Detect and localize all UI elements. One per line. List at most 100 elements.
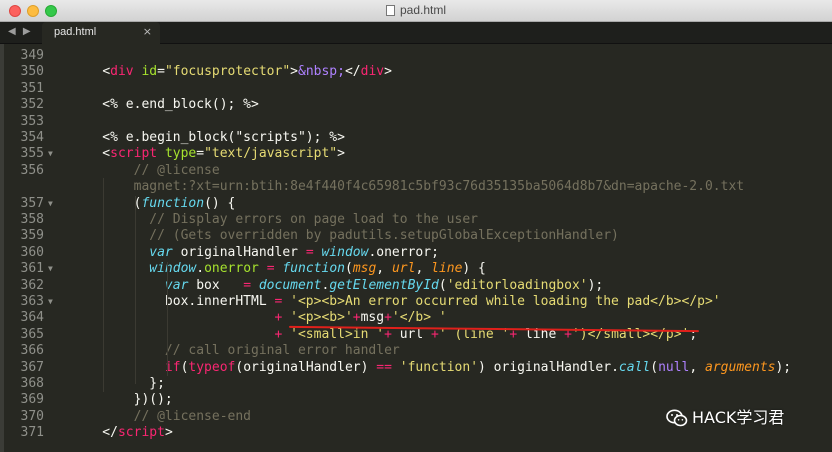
code-token: null [658,359,690,375]
line-number: 359 [20,228,44,244]
line-number: 363 [20,294,44,309]
code-token: // Display errors on page load to the us… [71,212,478,227]
tab-pad-html[interactable]: pad.html × [42,22,160,44]
code-editor[interactable]: 348349350351352353354355▼356357▼35835936… [4,44,832,452]
line-number: 365 [20,326,44,342]
line-number: 355 [20,146,44,162]
code-line[interactable]: <script type="text/javascript"> [71,146,345,162]
wechat-icon [666,409,688,427]
code-line[interactable]: </script> [71,425,172,441]
fold-arrow-icon[interactable]: ▼ [48,196,53,212]
window-titlebar: pad.html [0,0,832,22]
fold-arrow-icon[interactable]: ▼ [48,294,53,310]
code-token: }; [71,376,165,391]
code-token: box.innerHTML [71,294,275,309]
code-line[interactable]: // @license [71,163,220,179]
code-token: // @license [71,162,220,178]
code-token: arguments [705,359,776,375]
code-token: , [376,261,392,277]
code-line[interactable]: })(); [71,392,173,408]
code-token: script [117,425,165,441]
line-number: 352 [20,97,44,113]
watermark: HACK学习君 [666,404,784,428]
code-line[interactable]: var originalHandler = window.onerror; [71,245,439,261]
line-number: 358 [20,212,44,227]
line-number: 360 [20,244,44,260]
code-token: + [384,310,392,326]
line-number: 351 [20,80,44,96]
code-token: var [164,277,189,293]
code-line[interactable]: + '<p><b>'+msg+'</b> ' [71,310,447,326]
line-number: 370 [20,408,44,424]
code-token: &nbsp; [298,64,345,80]
code-token: + [352,310,361,326]
code-token: '<p><b>' [290,310,353,326]
code-line[interactable]: magnet:?xt=urn:btih:8e4f440f4c65981c5bf9… [71,179,744,195]
code-token: originalHandler [172,244,306,260]
code-token: "text/javascript" [204,146,338,162]
code-token: < [102,64,111,80]
code-token: ; [689,326,698,342]
code-token: msg [360,310,385,326]
code-line[interactable]: // Display errors on page load to the us… [71,212,478,228]
code-token: '<small>in ' [290,326,385,342]
code-token: id [141,64,158,80]
window-title: pad.html [0,3,832,17]
code-token: ); [587,277,604,293]
code-token: > [290,64,298,80]
code-token: == [376,359,392,375]
code-line[interactable]: window.onerror = function(msg, url, line… [71,261,486,277]
tab-close-icon[interactable]: × [143,25,152,38]
code-line[interactable]: // call original error handler [71,343,400,359]
code-token: magnet:?xt=urn:btih:8e4f440f4c65981c5bf9… [71,179,745,195]
code-token: </ [344,64,361,80]
line-number: 349 [20,48,44,63]
code-line[interactable]: <div id="focusprotector">&nbsp;</div> [71,64,392,80]
code-line[interactable]: (function() { [71,195,236,212]
code-token: </ [71,425,118,441]
code-token: = [196,146,205,162]
code-token: typeof [188,359,236,375]
code-token: var [149,244,173,260]
code-area[interactable]: </div> <div id="focusprotector">&nbsp;</… [67,44,832,452]
line-number: 362 [20,277,44,293]
indent-guide [103,178,104,392]
code-token: , [415,261,432,277]
code-line[interactable]: <% e.begin_block("scripts"); %> [71,130,345,146]
code-token: (originalHandler) [235,359,377,375]
line-number: 371 [20,425,44,441]
fold-arrow-icon[interactable]: ▼ [48,261,53,277]
document-icon [385,5,395,16]
tab-bar: ◀ ▶ pad.html × [0,22,832,44]
code-line[interactable]: var box = document.getElementById('edito… [71,278,603,294]
code-token: getElementById [329,277,439,293]
code-line[interactable]: <% e.end_block(); %> [71,97,259,113]
indent-guide [135,196,136,384]
code-token: div [110,64,134,80]
tab-navigation-arrows-icon[interactable]: ◀ ▶ [8,26,33,37]
line-number: 366 [20,343,44,359]
code-line[interactable]: }; [71,376,165,392]
code-token: script [110,146,158,162]
code-token: document [258,277,322,293]
code-line[interactable]: box.innerHTML = '<p><b>An error occurred… [71,294,721,310]
code-token: ( [71,195,142,211]
code-line[interactable]: // @license-end [71,409,251,425]
code-token: // @license-end [71,408,252,424]
code-line[interactable]: if(typeof(originalHandler) == 'function'… [71,360,791,376]
line-number: 353 [20,113,44,129]
line-number: 357 [20,195,44,211]
code-token: ) originalHandler. [478,359,619,375]
fold-arrow-icon[interactable]: ▼ [48,146,53,162]
code-token: window [321,244,369,260]
code-line[interactable]: // (Gets overridden by padutils.setupGlo… [71,228,619,244]
